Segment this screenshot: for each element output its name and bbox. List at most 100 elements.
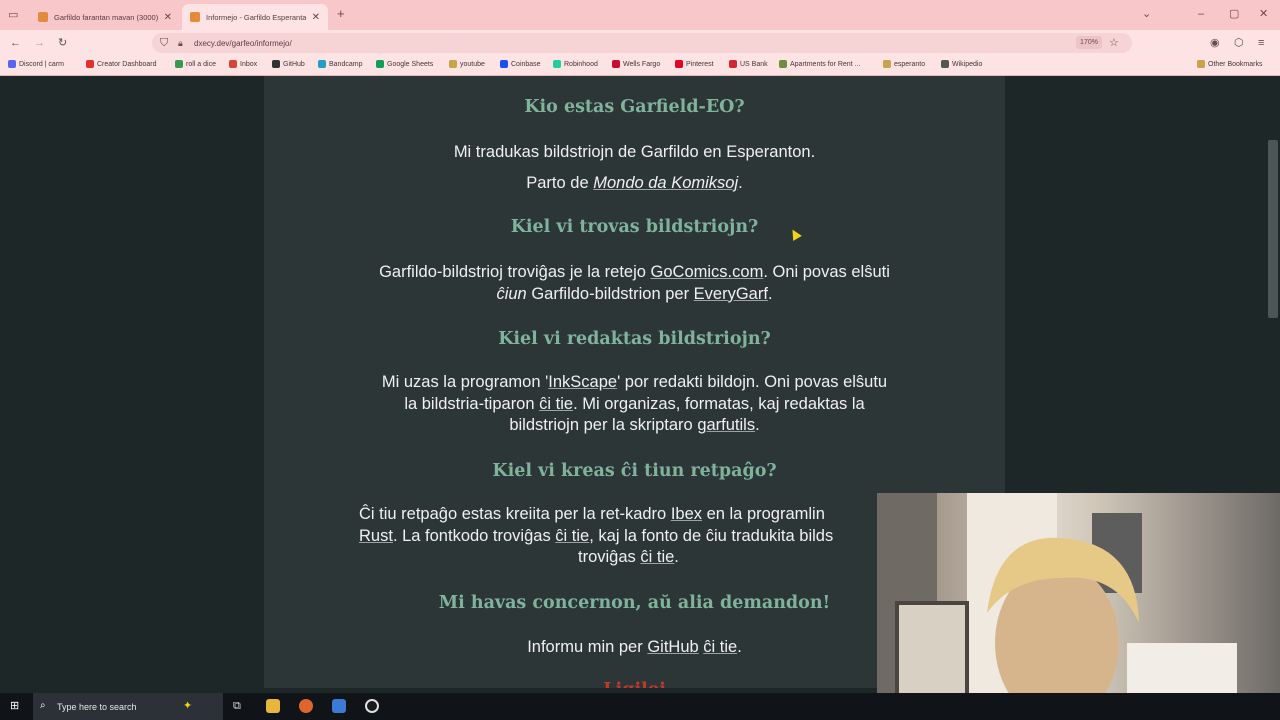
taskbar-search[interactable]: ⌕ Type here to search ✦ xyxy=(33,693,223,720)
bookmark-item[interactable]: GitHub xyxy=(272,60,305,68)
link-inkscape[interactable]: InkScape xyxy=(548,373,617,391)
forward-icon[interactable]: → xyxy=(34,36,45,50)
bookmark-label: Inbox xyxy=(240,60,258,68)
text: Garfildo-bildstrion per xyxy=(526,284,694,303)
firefox-icon[interactable] xyxy=(299,699,313,713)
tab-favicon-icon xyxy=(38,12,48,22)
bookmark-star-icon[interactable]: ☆ xyxy=(1109,36,1119,50)
app-icon[interactable] xyxy=(332,699,346,713)
back-icon[interactable]: ← xyxy=(10,36,21,50)
bookmark-favicon-icon xyxy=(1197,60,1205,68)
bookmark-label: esperanto xyxy=(894,60,926,68)
new-tab-button[interactable]: + xyxy=(337,7,345,21)
bookmark-item[interactable]: Coinbase xyxy=(500,60,541,68)
shield-icon[interactable]: ⛉ xyxy=(160,36,168,50)
reload-icon[interactable]: ↻ xyxy=(58,36,67,50)
tab-dropdown-icon[interactable]: ⌄ xyxy=(1142,7,1151,21)
text: ' por redakti bildojn. Oni povas elŝutu xyxy=(617,373,888,391)
bookmark-favicon-icon xyxy=(779,60,787,68)
text: ĉiun xyxy=(496,284,527,303)
tab-informejo[interactable]: Informejo - Garfildo Esperanta ✕ xyxy=(182,4,328,30)
bookmark-label: roll a dice xyxy=(186,60,216,68)
link-github[interactable]: GitHub xyxy=(647,638,698,656)
text: troviĝas xyxy=(578,548,641,566)
maximize-icon[interactable]: ▢ xyxy=(1229,7,1239,21)
link-ci-tie-fonto[interactable]: ĉi tie xyxy=(640,548,674,566)
scrollbar-thumb[interactable] xyxy=(1268,140,1278,318)
bookmark-label: Wikipedio xyxy=(952,60,983,68)
bookmark-favicon-icon xyxy=(175,60,183,68)
extensions-icon[interactable]: ⬡ xyxy=(1234,36,1244,50)
paragraph-parto: Parto de Mondo da Komiksoj. xyxy=(264,173,1005,195)
bookmark-favicon-icon xyxy=(729,60,737,68)
bookmark-item[interactable]: Wikipedio xyxy=(941,60,982,68)
link-garfutils[interactable]: garfutils xyxy=(697,416,755,434)
bookmark-item[interactable]: Creator Dashboard xyxy=(86,60,157,68)
search-placeholder: Type here to search xyxy=(57,701,137,712)
text: . xyxy=(755,416,760,434)
heading-kiel-redaktas: Kiel vi redaktas bildstriojn? xyxy=(498,329,771,349)
lock-icon[interactable]: 🔒︎ xyxy=(178,36,183,50)
text: Garfildo-bildstrioj troviĝas je la retej… xyxy=(379,263,651,281)
zoom-indicator[interactable]: 170% xyxy=(1076,36,1102,49)
text: Parto de xyxy=(526,174,594,192)
tab-close-icon[interactable]: ✕ xyxy=(164,12,172,23)
link-gocomics[interactable]: GoComics.com xyxy=(651,263,764,281)
bookmark-item[interactable]: US Bank xyxy=(729,60,768,68)
link-ibex[interactable]: Ibex xyxy=(671,505,702,523)
tab-favicon-icon xyxy=(190,12,200,22)
webcam-person-image xyxy=(877,493,1237,720)
bookmark-favicon-icon xyxy=(272,60,280,68)
bookmark-item[interactable]: Bandcamp xyxy=(318,60,362,68)
url-text: dxecy.dev/garfeo/informejo/ xyxy=(194,38,292,48)
bookmark-item[interactable]: esperanto xyxy=(883,60,925,68)
tab-list-icon[interactable]: ▭ xyxy=(8,8,18,22)
bookmark-item[interactable]: Discord | carm xyxy=(8,60,64,68)
bookmark-item[interactable]: roll a dice xyxy=(175,60,216,68)
link-ci-tie-fontkodo[interactable]: ĉi tie xyxy=(555,527,589,545)
account-icon[interactable]: ◉ xyxy=(1210,36,1220,50)
link-rust[interactable]: Rust xyxy=(359,527,393,545)
bookmark-item[interactable]: Google Sheets xyxy=(376,60,433,68)
text: . xyxy=(674,548,679,566)
bookmark-item[interactable]: Inbox xyxy=(229,60,257,68)
bookmark-label: Creator Dashboard xyxy=(97,60,157,68)
windows-start-icon[interactable]: ⊞ xyxy=(10,699,19,713)
bookmark-item[interactable]: Other Bookmarks xyxy=(1197,60,1262,68)
obs-icon[interactable] xyxy=(365,699,379,713)
bookmark-item[interactable]: Apartments for Rent ... xyxy=(779,60,860,68)
tab-close-icon[interactable]: ✕ xyxy=(312,12,320,23)
minimize-icon[interactable]: – xyxy=(1198,7,1204,21)
text: . Mi organizas, formatas, kaj redaktas l… xyxy=(573,394,865,413)
close-window-icon[interactable]: ✕ xyxy=(1259,7,1268,21)
text: . xyxy=(767,284,773,303)
bookmark-item[interactable]: Robinhood xyxy=(553,60,598,68)
link-ci-tie-tiparo[interactable]: ĉi tie xyxy=(539,395,573,413)
link-ci-tie-github[interactable]: ĉi tie xyxy=(703,638,737,656)
menu-icon[interactable]: ≡ xyxy=(1258,36,1264,50)
bookmark-favicon-icon xyxy=(612,60,620,68)
sparkle-icon[interactable]: ✦ xyxy=(183,699,192,713)
bookmark-item[interactable]: Wells Fargo xyxy=(612,60,660,68)
tab-garfildo[interactable]: Garfildo farantan mavan (3000) ✕ xyxy=(30,4,180,30)
task-view-icon[interactable]: ⧉ xyxy=(233,699,241,713)
link-everygarf[interactable]: EveryGarf xyxy=(694,285,768,303)
bookmark-item[interactable]: Pinterest xyxy=(675,60,714,68)
bookmark-item[interactable]: youtube xyxy=(449,60,485,68)
address-bar[interactable]: ⛉ 🔒︎ dxecy.dev/garfeo/informejo/ xyxy=(152,33,1132,53)
link-mondo-da-komiksoj[interactable]: Mondo da Komiksoj xyxy=(593,174,738,192)
paragraph-intro: Mi tradukas bildstriojn de Garfildo en E… xyxy=(264,142,1005,164)
bookmark-favicon-icon xyxy=(376,60,384,68)
heading-kio-estas: Kio estas Garfield-EO? xyxy=(524,97,745,117)
text: . La fontkodo troviĝas xyxy=(392,526,556,545)
text: Mi uzas la programon ' xyxy=(381,373,549,391)
bookmark-label: Coinbase xyxy=(511,60,541,68)
text: . xyxy=(738,174,743,192)
webcam-overlay xyxy=(877,493,1280,720)
file-explorer-icon[interactable] xyxy=(266,699,280,713)
text: en la programlin xyxy=(702,505,825,523)
navigation-toolbar: ← → ↻ ⛉ 🔒︎ dxecy.dev/garfeo/informejo/ 1… xyxy=(0,30,1280,56)
bookmark-favicon-icon xyxy=(318,60,326,68)
bookmark-favicon-icon xyxy=(8,60,16,68)
bookmark-label: Bandcamp xyxy=(329,60,363,68)
